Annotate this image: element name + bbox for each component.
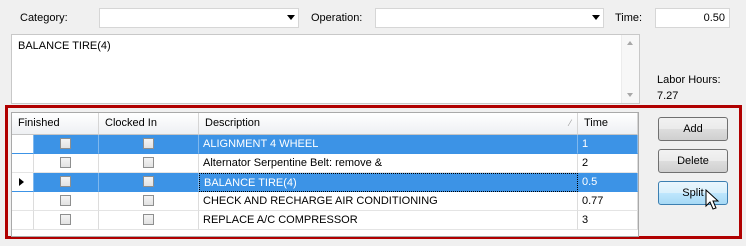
description-cell[interactable]: Alternator Serpentine Belt: remove & — [199, 154, 578, 173]
finished-checkbox[interactable] — [60, 138, 71, 149]
clocked-in-cell — [99, 135, 199, 154]
clocked-in-checkbox[interactable] — [143, 214, 154, 225]
notes-text: BALANCE TIRE(4) — [18, 40, 111, 52]
operations-grid[interactable]: Finished Clocked In Description ⁄ Time A… — [11, 112, 639, 237]
table-row[interactable]: REPLACE A/C COMPRESSOR 3 — [12, 211, 638, 230]
row-indicator[interactable] — [12, 173, 34, 192]
operation-dropdown[interactable] — [375, 8, 604, 28]
labor-hours-value: 7.27 — [657, 90, 679, 102]
time-cell[interactable]: 2 — [578, 154, 638, 173]
time-field[interactable]: 0.50 — [655, 8, 730, 28]
notes-textarea[interactable]: BALANCE TIRE(4) — [11, 34, 640, 104]
table-row[interactable]: Alternator Serpentine Belt: remove & 2 — [12, 154, 638, 173]
current-row-arrow-icon — [19, 178, 24, 186]
clocked-in-cell — [99, 154, 199, 173]
add-button[interactable]: Add — [658, 117, 728, 141]
row-indicator[interactable] — [12, 154, 34, 173]
chevron-down-icon[interactable] — [592, 15, 600, 20]
description-cell[interactable]: BALANCE TIRE(4) — [199, 173, 578, 192]
table-row[interactable]: CHECK AND RECHARGE AIR CONDITIONING 0.77 — [12, 192, 638, 211]
row-indicator[interactable] — [12, 135, 34, 154]
finished-cell — [34, 192, 99, 211]
clocked-in-checkbox[interactable] — [143, 176, 154, 187]
finished-cell — [34, 211, 99, 230]
finished-cell — [34, 135, 99, 154]
finished-checkbox[interactable] — [60, 157, 71, 168]
category-label: Category: — [20, 12, 68, 24]
description-cell[interactable]: CHECK AND RECHARGE AIR CONDITIONING — [199, 192, 578, 211]
clocked-in-cell — [99, 173, 199, 192]
delete-button[interactable]: Delete — [658, 149, 728, 173]
finished-cell — [34, 173, 99, 192]
finished-checkbox[interactable] — [60, 195, 71, 206]
time-cell[interactable]: 3 — [578, 211, 638, 230]
time-cell[interactable]: 1 — [578, 135, 638, 154]
chevron-down-icon[interactable] — [287, 15, 295, 20]
finished-checkbox[interactable] — [60, 214, 71, 225]
clocked-in-cell — [99, 192, 199, 211]
clocked-in-cell — [99, 211, 199, 230]
finished-checkbox[interactable] — [60, 176, 71, 187]
clocked-in-checkbox[interactable] — [143, 157, 154, 168]
split-button-label: Split — [682, 187, 704, 199]
time-cell[interactable]: 0.77 — [578, 192, 638, 211]
clocked-in-checkbox[interactable] — [143, 195, 154, 206]
grid-body: ALIGNMENT 4 WHEEL 1 Alternator Serpentine … — [12, 135, 638, 236]
column-header-time[interactable]: Time — [578, 113, 638, 135]
scroll-up-icon[interactable] — [627, 41, 633, 45]
operation-label: Operation: — [311, 12, 363, 24]
row-indicator[interactable] — [12, 192, 34, 211]
notes-scrollbar[interactable] — [621, 35, 639, 103]
table-row[interactable]: ALIGNMENT 4 WHEEL 1 — [12, 135, 638, 154]
table-row[interactable]: BALANCE TIRE(4) 0.5 — [12, 173, 638, 192]
time-value: 0.50 — [703, 12, 725, 24]
scroll-down-icon[interactable] — [627, 93, 633, 97]
column-header-clocked-in[interactable]: Clocked In — [99, 113, 199, 135]
column-header-description-label: Description — [205, 117, 261, 129]
column-header-description[interactable]: Description ⁄ — [199, 113, 578, 135]
finished-cell — [34, 154, 99, 173]
time-label: Time: — [615, 12, 643, 24]
description-cell[interactable]: REPLACE A/C COMPRESSOR — [199, 211, 578, 230]
column-header-finished[interactable]: Finished — [12, 113, 99, 135]
row-indicator[interactable] — [12, 211, 34, 230]
clocked-in-checkbox[interactable] — [143, 138, 154, 149]
sort-indicator-icon: ⁄ — [569, 118, 571, 128]
description-cell[interactable]: ALIGNMENT 4 WHEEL — [199, 135, 578, 154]
category-dropdown[interactable] — [99, 8, 299, 28]
labor-hours-label: Labor Hours: — [657, 74, 721, 86]
time-cell[interactable]: 0.5 — [578, 173, 638, 192]
mouse-cursor-icon — [705, 189, 720, 210]
